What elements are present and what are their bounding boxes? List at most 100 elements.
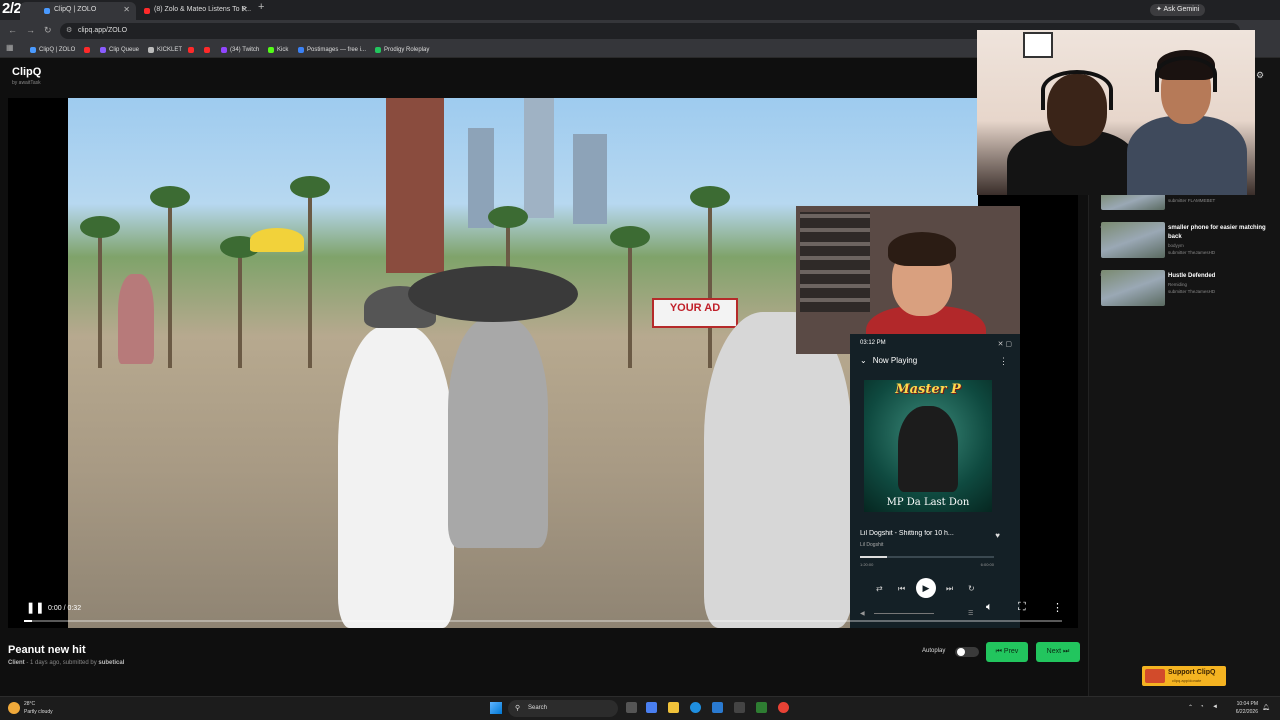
skyscraper: [573, 134, 607, 224]
tab-title: (8) Zolo & Mateo Listens To P...: [154, 6, 252, 13]
weather-icon[interactable]: [8, 702, 20, 714]
taskbar-search[interactable]: ⚲ Search: [508, 700, 618, 717]
prev-button[interactable]: ⏮ Prev: [986, 642, 1028, 662]
youtube-icon: [204, 47, 210, 53]
bookmark-clipq[interactable]: ClipQ | ZOLO: [30, 45, 75, 55]
character-grey-hoodie: [448, 318, 548, 548]
weather-desc: Partly cloudy: [24, 709, 53, 715]
queue-item-number: 4: [1100, 224, 1103, 229]
bookmark-favicon-icon: [148, 47, 154, 53]
app-icon[interactable]: [756, 702, 767, 713]
store-icon[interactable]: [712, 702, 723, 713]
kofi-icon: [1145, 669, 1165, 683]
heart-icon[interactable]: ♥: [995, 531, 1000, 540]
next-track-icon[interactable]: ⏭: [946, 584, 953, 594]
weather-widget[interactable]: 28°C Partly cloudy: [24, 700, 53, 716]
clip-submitter[interactable]: subetical: [98, 660, 124, 666]
brand-logo[interactable]: ClipQ: [12, 66, 41, 78]
capcut-icon[interactable]: [734, 702, 745, 713]
wifi-icon[interactable]: ◔: [1200, 704, 1204, 710]
shelf: [800, 212, 870, 312]
fullscreen-icon[interactable]: ⛶: [1018, 601, 1026, 614]
clip-title: Peanut new hit: [8, 644, 86, 656]
bookmark-label: Postimages — free i...: [307, 47, 367, 53]
np-volume-slider[interactable]: [874, 613, 934, 614]
settings-icon[interactable]: ⚙: [1256, 70, 1264, 81]
support-subtitle: clipq.app/donate: [1172, 678, 1202, 683]
ask-gemini-button[interactable]: ✦ Ask Gemini: [1150, 4, 1206, 16]
pause-icon[interactable]: ❚❚: [26, 601, 44, 614]
video-seek-bar[interactable]: [24, 620, 1062, 622]
queue-item-title: Hustle Defended: [1168, 273, 1216, 279]
volume-icon[interactable]: ◀: [860, 610, 865, 617]
bookmark-postimages[interactable]: Postimages — free i...: [298, 45, 366, 55]
more-options-icon[interactable]: ⋮: [999, 356, 1008, 367]
notification-bell-icon[interactable]: 🔔︎: [1262, 704, 1270, 711]
video-player[interactable]: YOUR AD 03:12 PM ✕ ▢ ⌄ Now Playing ⋮ Mas…: [8, 98, 1078, 628]
close-tab-icon[interactable]: ✕: [123, 2, 130, 18]
bookmark-kicklet[interactable]: KICKLET: [148, 45, 182, 55]
apps-grid-icon[interactable]: ▦: [6, 43, 14, 52]
tab-clipq[interactable]: ClipQ | ZOLO ✕: [20, 2, 136, 20]
np-progress-bar[interactable]: [860, 556, 994, 558]
close-tab-icon[interactable]: ✕: [241, 2, 248, 18]
site-info-icon[interactable]: ⚙: [66, 23, 72, 39]
queue-item[interactable]: 5 Hustle Defended Remiding submitter The…: [1096, 270, 1274, 310]
bookmark-prodigy[interactable]: Prodigy Roleplay: [375, 45, 429, 55]
bookmark-favicon-icon: [375, 47, 381, 53]
volume-icon[interactable]: 🔈︎: [986, 601, 993, 614]
bookmark-favicon-icon: [30, 47, 36, 53]
ask-gemini-label: Ask Gemini: [1163, 6, 1200, 13]
queue-item-channel: Remiding: [1168, 282, 1188, 287]
np-track-title: Lil Dogshit - Shitting for 10 h...: [860, 530, 954, 537]
task-view-icon[interactable]: [626, 702, 637, 713]
more-options-icon[interactable]: ⋮: [1052, 601, 1063, 614]
chevron-down-icon[interactable]: ⌄: [860, 356, 867, 365]
chrome-icon[interactable]: [778, 702, 789, 713]
shuffle-icon[interactable]: ⇄: [876, 584, 883, 593]
start-icon[interactable]: [490, 702, 502, 714]
autoplay-toggle[interactable]: [955, 647, 979, 657]
previous-track-icon[interactable]: ⏮: [898, 584, 905, 594]
streamers-webcam: [977, 30, 1255, 195]
next-button[interactable]: Next ⏭: [1036, 642, 1080, 662]
play-icon[interactable]: ▶: [916, 578, 936, 598]
bookmark-twitch[interactable]: (34) Twitch: [221, 45, 259, 55]
video-seek-fill: [24, 620, 33, 622]
bookmark-clip-queue[interactable]: Clip Queue: [100, 45, 139, 55]
reload-icon[interactable]: ↻: [44, 25, 52, 36]
new-tab-button[interactable]: +: [258, 1, 264, 13]
tray-chevron-icon[interactable]: ⌃: [1188, 704, 1193, 711]
bookmark-label: ClipQ | ZOLO: [39, 47, 76, 53]
forward-icon[interactable]: →: [26, 25, 35, 35]
taskbar-clock[interactable]: 10:04 PM 6/22/2026: [1230, 700, 1258, 716]
np-header[interactable]: ⌄ Now Playing: [860, 356, 917, 365]
queue-item-title: smaller phone for easier matching back: [1168, 225, 1266, 240]
palm-tree: [690, 186, 730, 368]
support-clipq-button[interactable]: Support ClipQ clipq.app/donate: [1142, 666, 1226, 686]
youtube-icon: [188, 47, 194, 53]
bookmark-label: KICKLET: [157, 47, 183, 53]
queue-item[interactable]: 4 smaller phone for easier matching back…: [1096, 222, 1274, 262]
copilot-icon[interactable]: [646, 702, 657, 713]
youtube-favicon-icon: [144, 8, 150, 14]
bookmark-kick[interactable]: Kick: [268, 45, 288, 55]
file-explorer-icon[interactable]: [668, 702, 679, 713]
character-white-hoodie: [704, 312, 852, 628]
back-icon[interactable]: ←: [8, 25, 17, 35]
person-right-body: [1127, 116, 1247, 195]
browser-tab-bar: 2/25 ClipQ | ZOLO ✕ (8) Zolo & Mateo Lis…: [0, 0, 1280, 20]
repeat-icon[interactable]: ↻: [968, 584, 975, 593]
now-playing-widget: 03:12 PM ✕ ▢ ⌄ Now Playing ⋮ Master P MP …: [850, 334, 1020, 628]
queue-item-submitter: submitter FLAMMEBET: [1168, 198, 1216, 203]
queue-item-submitter: submitter TheJamesHD: [1168, 250, 1216, 255]
np-artist: Lil Dogshit: [860, 542, 884, 548]
video-time: 0:00 / 0:32: [48, 605, 82, 612]
edge-icon[interactable]: [690, 702, 701, 713]
tab-youtube[interactable]: (8) Zolo & Mateo Listens To P... ✕: [136, 2, 254, 20]
queue-thumbnail: [1101, 222, 1165, 258]
tab-title: ClipQ | ZOLO: [54, 6, 97, 13]
queue-list-icon[interactable]: ☰: [968, 610, 973, 617]
album-art-subtitle: MP Da Last Don: [886, 497, 970, 508]
speaker-icon[interactable]: ◄: [1212, 704, 1218, 710]
